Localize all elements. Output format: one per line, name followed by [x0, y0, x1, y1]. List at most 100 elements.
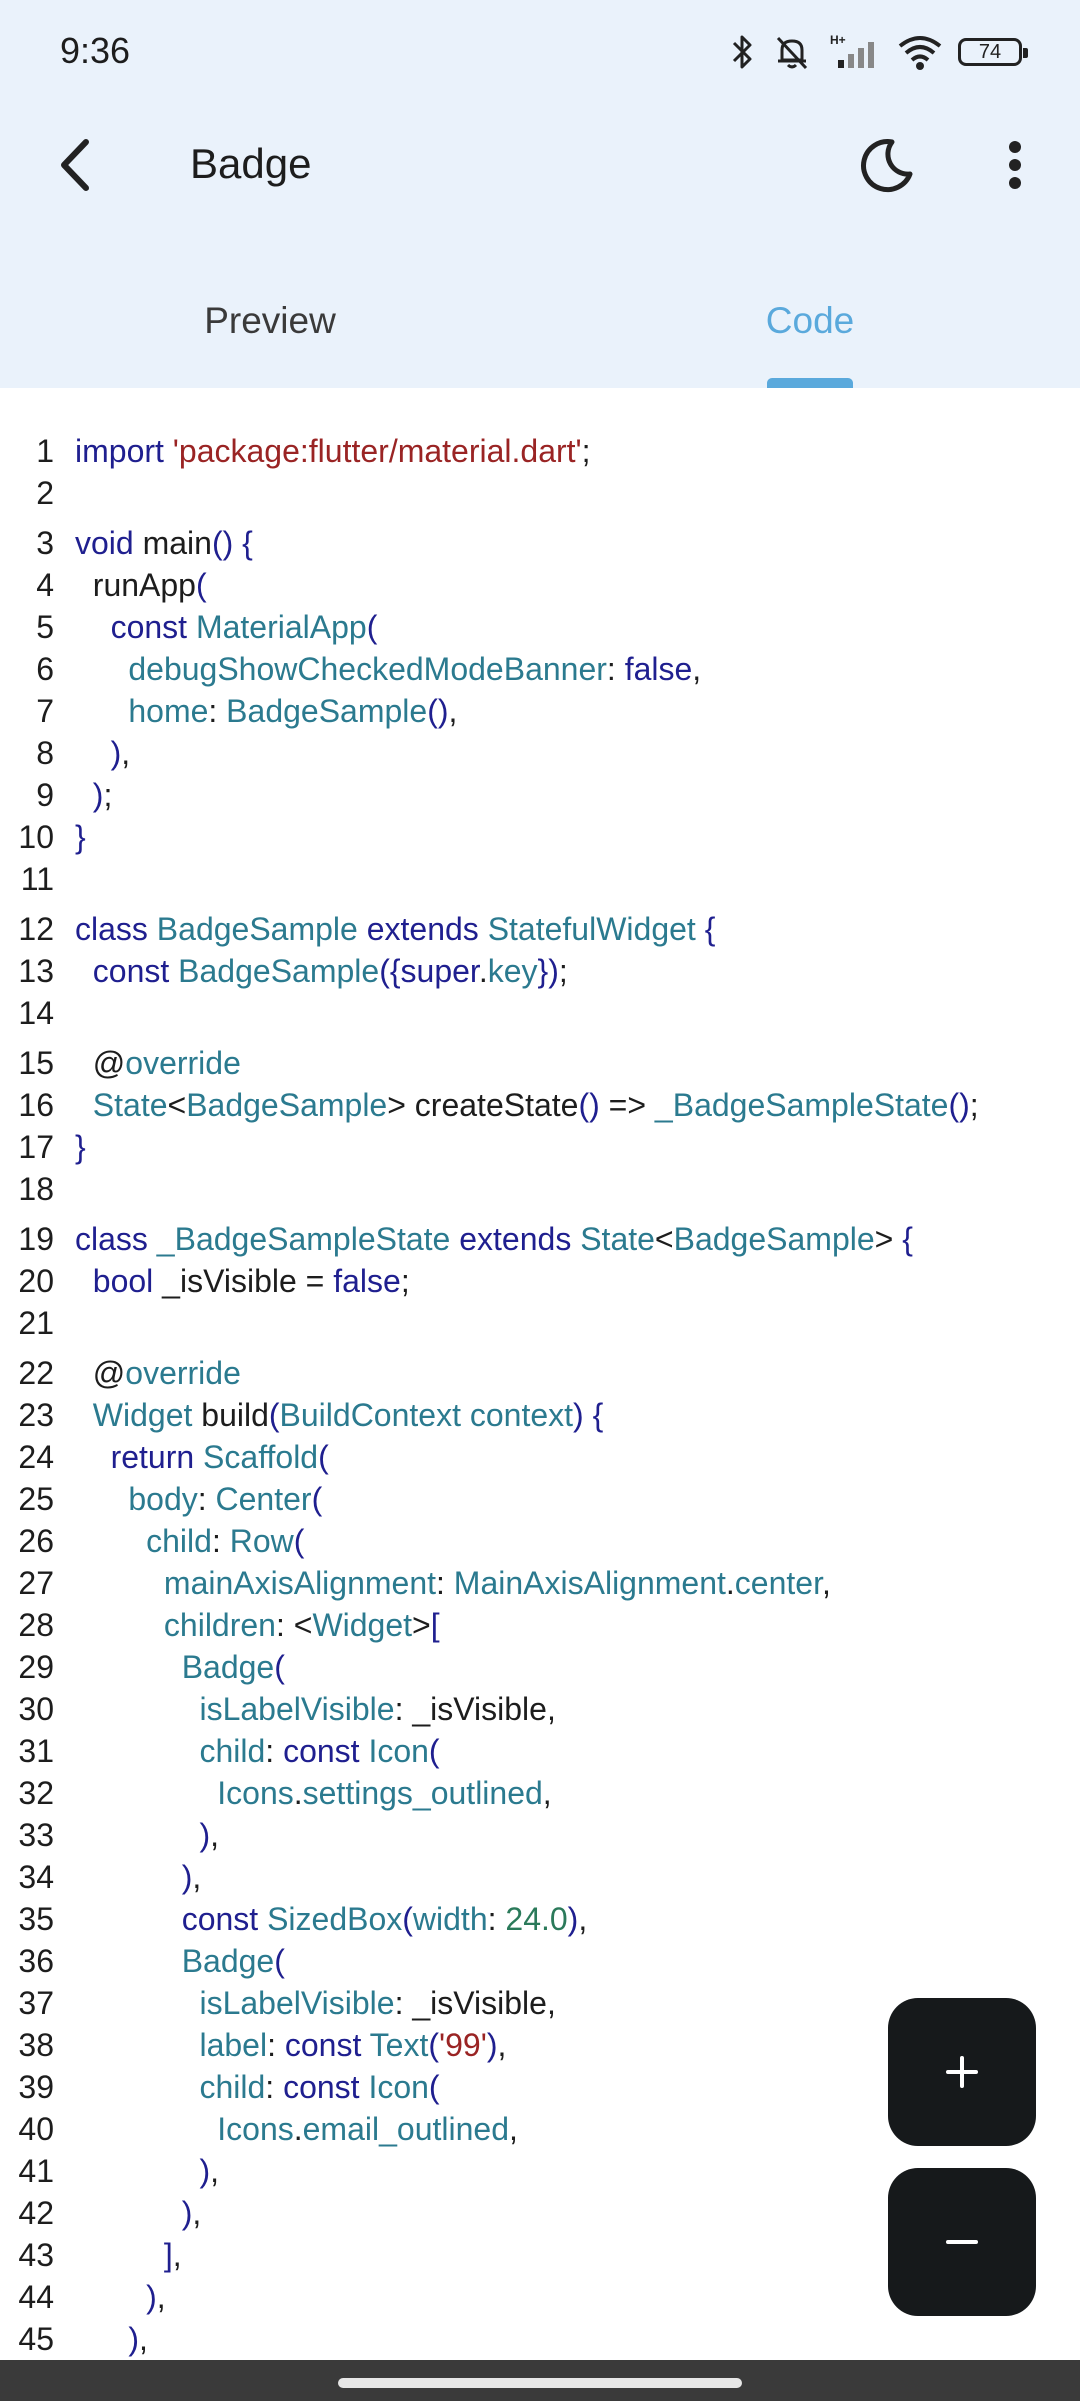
line-number: 13	[18, 953, 54, 989]
signal-icon: H+	[830, 33, 874, 68]
line-number: 6	[36, 651, 54, 687]
navigation-bar	[0, 2360, 1080, 2401]
code-text: children: <Widget>[	[163, 1607, 440, 1643]
line-number: 28	[18, 1607, 54, 1643]
line-number: 32	[18, 1775, 54, 1811]
line-number: 5	[36, 609, 54, 645]
bluetooth-icon	[732, 35, 752, 69]
code-line: 32 Icons.settings_outlined,	[0, 1772, 1080, 1814]
tab-code[interactable]: Code	[660, 300, 960, 342]
code-text: child: const Icon(	[199, 1733, 440, 1769]
code-line: 2	[0, 472, 1080, 514]
code-line: 31 child: const Icon(	[0, 1730, 1080, 1772]
line-number: 18	[18, 1171, 54, 1207]
more-options-button[interactable]	[985, 130, 1035, 200]
code-line: 9 );	[0, 774, 1080, 816]
battery-level: 74	[978, 40, 1002, 63]
line-number: 4	[36, 567, 54, 603]
line-number: 38	[18, 2027, 54, 2063]
code-line: 16 State<BadgeSample> createState() => _…	[0, 1084, 1080, 1126]
code-text: const MaterialApp(	[110, 609, 378, 645]
code-line: 4 runApp(	[0, 564, 1080, 606]
arrow-back-icon	[61, 139, 89, 191]
zoom-out-button[interactable]	[888, 2168, 1036, 2316]
code-line: 21	[0, 1302, 1080, 1344]
tab-bar: Preview Code	[0, 270, 1080, 388]
wifi-icon	[898, 36, 942, 70]
code-line: 12 class BadgeSample extends StatefulWidg…	[0, 908, 1080, 950]
code-text: isLabelVisible: _isVisible,	[199, 1691, 556, 1727]
code-text: ),	[146, 2279, 166, 2315]
code-text: Icons.settings_outlined,	[217, 1775, 552, 1811]
code-line: 11	[0, 858, 1080, 900]
code-text: body: Center(	[128, 1481, 323, 1517]
line-number: 15	[18, 1045, 54, 1081]
line-number: 3	[36, 525, 54, 561]
code-line: 27 mainAxisAlignment: MainAxisAlignment.…	[0, 1562, 1080, 1604]
line-number: 31	[18, 1733, 54, 1769]
line-number: 29	[18, 1649, 54, 1685]
line-number: 44	[18, 2279, 54, 2315]
line-number: 40	[18, 2111, 54, 2147]
line-number: 1	[36, 433, 54, 469]
code-text: ),	[181, 2195, 202, 2231]
line-number: 42	[18, 2195, 54, 2231]
line-number: 16	[18, 1087, 54, 1123]
code-text: child: Row(	[146, 1523, 305, 1559]
line-number: 39	[18, 2069, 54, 2105]
code-text: Badge(	[181, 1943, 285, 1979]
code-text: runApp(	[92, 567, 207, 603]
tab-preview[interactable]: Preview	[120, 300, 420, 342]
line-number: 30	[18, 1691, 54, 1727]
code-line: 25 body: Center(	[0, 1478, 1080, 1520]
code-line: 33 ),	[0, 1814, 1080, 1856]
code-line: 23 Widget build(BuildContext context) {	[0, 1394, 1080, 1436]
back-button[interactable]	[40, 130, 110, 200]
code-line: 29 Badge(	[0, 1646, 1080, 1688]
line-number: 20	[18, 1263, 54, 1299]
code-text: }	[75, 819, 86, 855]
code-text: import 'package:flutter/material.dart';	[75, 433, 591, 469]
theme-toggle-button[interactable]	[852, 130, 922, 200]
code-text: @override	[92, 1045, 241, 1081]
code-line: 3 void main() {	[0, 522, 1080, 564]
page-title: Badge	[190, 140, 312, 187]
code-line: 10}	[0, 816, 1080, 858]
line-number: 17	[18, 1129, 54, 1165]
status-bar: 9:36 H+ 74	[0, 0, 1080, 100]
code-line: 22 @override	[0, 1352, 1080, 1394]
line-number: 22	[18, 1355, 54, 1391]
line-number: 45	[18, 2321, 54, 2357]
line-number: 11	[20, 861, 54, 897]
code-line: 36 Badge(	[0, 1940, 1080, 1982]
line-number: 8	[36, 735, 54, 771]
code-text: ),	[199, 1817, 220, 1853]
line-number: 19	[18, 1221, 54, 1257]
code-text: ),	[199, 2153, 220, 2189]
code-line: 28 children: <Widget>[	[0, 1604, 1080, 1646]
line-number: 27	[18, 1565, 54, 1601]
code-text: mainAxisAlignment: MainAxisAlignment.cen…	[163, 1565, 831, 1601]
line-number: 10	[18, 819, 54, 855]
code-line: 7 home: BadgeSample(),	[0, 690, 1080, 732]
line-number: 23	[18, 1397, 54, 1433]
code-line: 17}	[0, 1126, 1080, 1168]
line-number: 7	[36, 693, 54, 729]
code-text: label: const Text('99'),	[199, 2027, 507, 2063]
code-line: 15 @override	[0, 1042, 1080, 1084]
code-line: 30 isLabelVisible: _isVisible,	[0, 1688, 1080, 1730]
code-text: return Scaffold(	[110, 1439, 329, 1475]
line-number: 21	[18, 1305, 54, 1341]
line-number: 9	[36, 777, 54, 813]
code-line: 5 const MaterialApp(	[0, 606, 1080, 648]
line-number: 34	[18, 1859, 54, 1895]
line-number: 37	[18, 1985, 54, 2021]
zoom-in-button[interactable]	[888, 1998, 1036, 2146]
header: 9:36 H+ 74 Badge Preview Code	[0, 0, 1080, 388]
code-text: child: const Icon(	[199, 2069, 440, 2105]
code-text: debugShowCheckedModeBanner: false,	[128, 651, 702, 687]
moon-icon	[861, 139, 913, 193]
code-line: 6 debugShowCheckedModeBanner: false,	[0, 648, 1080, 690]
gesture-handle[interactable]	[338, 2378, 742, 2388]
code-text: Icons.email_outlined,	[217, 2111, 518, 2147]
